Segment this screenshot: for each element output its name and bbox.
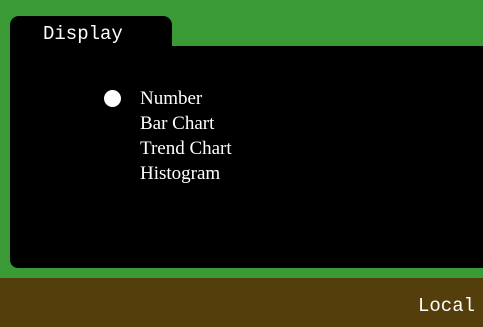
option-number[interactable]: Number bbox=[104, 86, 232, 111]
tab-display-label: Display bbox=[43, 23, 123, 45]
display-options-list: Number Bar Chart Trend Chart Histogram bbox=[104, 86, 232, 186]
option-bar-chart[interactable]: Bar Chart bbox=[104, 111, 232, 136]
option-number-label: Number bbox=[140, 88, 203, 109]
status-bar: Local bbox=[0, 278, 483, 327]
device-screen: Display Number Bar Chart Trend Chart His… bbox=[0, 0, 483, 327]
tab-display[interactable]: Display bbox=[10, 16, 172, 50]
selected-indicator-icon bbox=[104, 90, 121, 107]
option-histogram[interactable]: Histogram bbox=[104, 161, 232, 186]
option-bar-chart-label: Bar Chart bbox=[140, 113, 215, 134]
option-histogram-label: Histogram bbox=[140, 163, 221, 184]
display-frame: Display Number Bar Chart Trend Chart His… bbox=[0, 0, 483, 278]
option-trend-chart-label: Trend Chart bbox=[140, 138, 232, 159]
display-panel bbox=[10, 46, 483, 268]
option-trend-chart[interactable]: Trend Chart bbox=[104, 136, 232, 161]
status-mode: Local bbox=[417, 295, 475, 317]
